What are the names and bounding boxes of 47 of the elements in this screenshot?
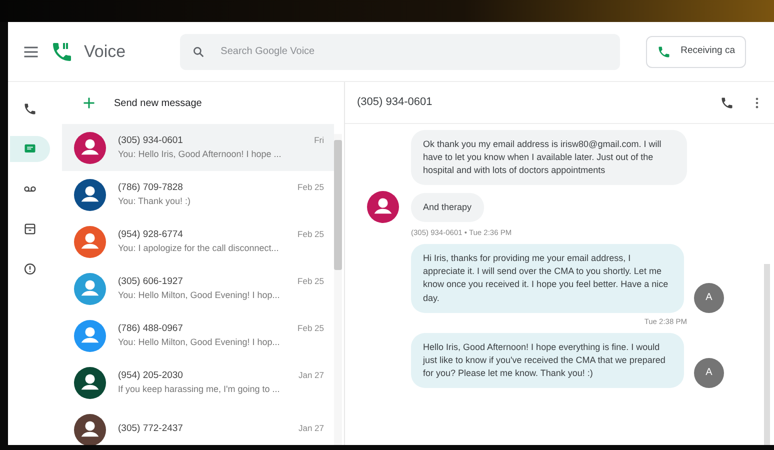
date-label: Fri: [314, 134, 324, 147]
message-preview: You: Hello Milton, Good Evening! I hop...: [118, 336, 281, 349]
date-label: Jan 27: [298, 422, 324, 436]
message-bubble: Hello Iris, Good Afternoon! I hope everything is fine. I would just like to know if you've received the CMA that we prepared for you? Please let me know. Thank you! :): [411, 332, 684, 388]
avatar-icon: [74, 226, 106, 258]
avatar: A: [694, 282, 724, 313]
archive-icon: [23, 222, 37, 236]
date-label: Feb 25: [298, 228, 324, 241]
avatar-icon: [74, 366, 106, 398]
avatar-icon: [74, 414, 106, 445]
phone-icon: [23, 102, 37, 116]
avatar: A: [694, 358, 724, 388]
phone-icon[interactable]: [720, 96, 734, 110]
avatar-icon: [74, 272, 106, 304]
thread-title: (305) 934-0601: [357, 95, 432, 110]
conversation-item[interactable]: (305) 934-0601 Fri You: Hello Iris, Good Afternoon! I hope ...: [62, 124, 334, 171]
spam-icon: [23, 262, 37, 276]
message-tab[interactable]: [10, 136, 50, 162]
search-icon: [192, 44, 205, 58]
message-preview: You: Hello Iris, Good Afternoon! I hope ...: [118, 148, 282, 161]
plus-icon: [82, 96, 96, 110]
phone-number: (305) 934-0601: [118, 134, 183, 148]
message-bubble: Ok thank you my email address is irisw80@gmail.com. I will have to let you know when I available later. Just out of the hospital and with lots of doctors appointments: [411, 130, 687, 186]
phone-number: (305) 606-1927: [118, 274, 183, 289]
phone-forward-icon: [656, 44, 671, 58]
date-label: Feb 25: [298, 180, 324, 194]
message-preview: If you keep harassing me, I'm going to ...: [118, 382, 281, 396]
receiving-calls-button[interactable]: Receiving ca: [646, 36, 746, 68]
phone-number: (954) 205-2030: [118, 368, 183, 383]
avatar-icon: [74, 320, 106, 352]
phone-number: (786) 709-7828: [118, 180, 183, 195]
avatar-icon: [367, 191, 399, 224]
date-label: Feb 25: [298, 322, 324, 335]
date-label: Jan 27: [298, 368, 324, 382]
date-label: Feb 25: [298, 274, 324, 288]
message-preview: You: I apologize for the call disconnect...: [118, 242, 280, 255]
message-bubble: And therapy: [411, 192, 484, 222]
message-bubble: Hi Iris, thanks for providing me your email address, I appreciate it. I will send over the CMA to you shortly. Let me know once you received it. I hope you feel better. Have a nice day.: [411, 244, 684, 313]
scrollbar[interactable]: [334, 134, 342, 445]
app-title: Voice: [84, 40, 126, 63]
phone-number: (954) 928-6774: [118, 228, 183, 242]
avatar-icon: [74, 132, 106, 164]
avatar-icon: [74, 178, 106, 210]
phone-number: (305) 772-2437: [118, 422, 183, 436]
message-preview: You: Hello Milton, Good Evening! I hop...: [118, 288, 281, 302]
phone-number: (786) 488-0967: [118, 322, 183, 336]
message-preview: You: Thank you! :): [118, 194, 192, 208]
